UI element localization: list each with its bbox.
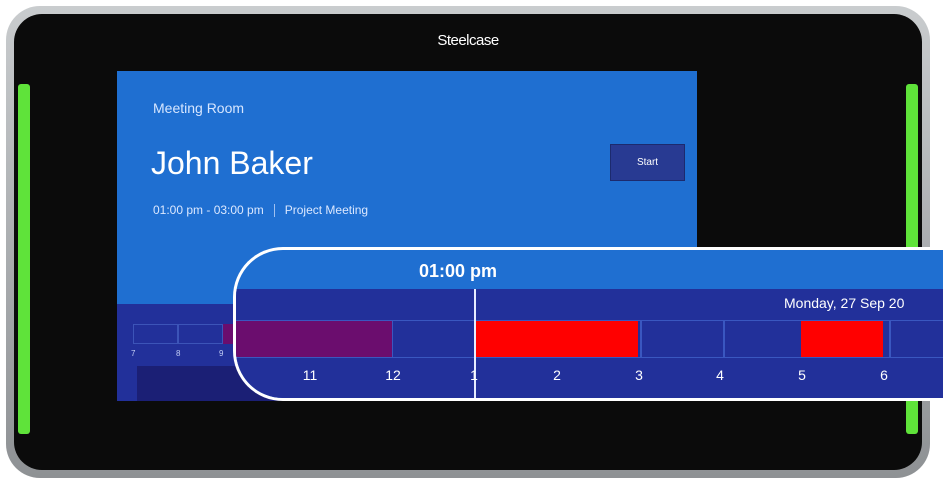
- timeline-slot[interactable]: [724, 320, 807, 358]
- timeline-date: Monday, 27 Sep 20: [784, 295, 905, 311]
- hour-label: 2: [553, 367, 561, 383]
- mini-timeline-slot[interactable]: [133, 324, 178, 344]
- timeline-slot[interactable]: [890, 320, 943, 358]
- meeting-title: Project Meeting: [284, 203, 369, 217]
- mini-hour-label: 9: [219, 349, 224, 358]
- hour-label: 6: [880, 367, 888, 383]
- status-led-left: [18, 84, 30, 434]
- mini-hour-label: 8: [176, 349, 181, 358]
- hour-label: 5: [798, 367, 806, 383]
- meeting-time-range: 01:00 pm - 03:00 pm: [153, 203, 264, 217]
- brand-logo: Steelcase: [437, 32, 499, 49]
- start-button[interactable]: Start: [610, 144, 685, 181]
- hour-label: 3: [635, 367, 643, 383]
- past-booking-block[interactable]: [236, 321, 392, 357]
- hour-label: 11: [302, 367, 318, 383]
- meeting-details: 01:00 pm - 03:00 pm Project Meeting: [153, 203, 369, 218]
- organizer-name: John Baker: [151, 145, 313, 181]
- details-divider: [273, 204, 275, 218]
- room-label: Meeting Room: [153, 100, 245, 116]
- hour-label: 1: [470, 367, 478, 383]
- hour-label: 4: [716, 367, 724, 383]
- timeline-slot[interactable]: [641, 320, 724, 358]
- timeline-zoom-callout: 01:00 pm Monday, 27 Sep 20 11 12 1 2 3 4…: [233, 247, 943, 401]
- mini-timeline-slot[interactable]: [178, 324, 223, 344]
- day-timeline[interactable]: Monday, 27 Sep 20 11 12 1 2 3 4 5 6: [236, 289, 943, 398]
- hour-label: 12: [385, 367, 401, 383]
- timeline-slot[interactable]: [392, 320, 475, 358]
- current-time: 01:00 pm: [419, 261, 498, 281]
- current-booking-block[interactable]: [476, 321, 638, 357]
- mini-hour-label: 7: [131, 349, 136, 358]
- upcoming-booking-block[interactable]: [801, 321, 883, 357]
